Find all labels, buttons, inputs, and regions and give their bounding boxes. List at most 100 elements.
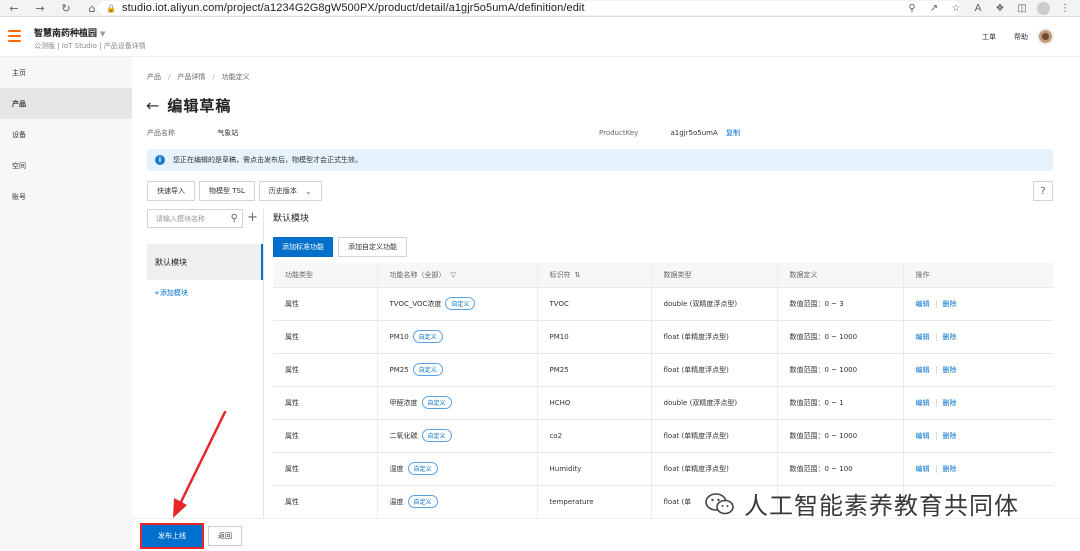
sidebar-item-products[interactable]: 产品 (0, 88, 132, 119)
sidebar-item-devices[interactable]: 设备 (0, 119, 132, 150)
reload-icon[interactable]: ↻ (58, 0, 74, 16)
address-bar[interactable]: 🔒 studio.iot.aliyun.com/project/a1234G2G… (98, 1, 960, 15)
edit-link[interactable]: 编辑 (916, 300, 930, 308)
edit-link[interactable]: 编辑 (916, 432, 930, 440)
cell-actions: 编辑 删除 (903, 320, 1053, 354)
cell-actions: 编辑 删除 (903, 419, 1053, 453)
sidebar-item-account[interactable]: 账号 (0, 181, 132, 212)
return-button[interactable]: 返回 (208, 526, 242, 546)
cell-name: 二氧化碳 自定义 (377, 419, 538, 453)
product-name-label: 产品名称 (147, 129, 175, 137)
table-row: 属性 PM10 自定义 PM10 float (单精度浮点型) 数值范围：0 ~ … (273, 320, 1053, 354)
delete-link[interactable]: 删除 (943, 465, 957, 473)
custom-tag: 自定义 (412, 330, 443, 343)
cell-identifier: PM10 (537, 320, 652, 354)
cell-name: 湿度 自定义 (377, 452, 538, 486)
help-link[interactable]: 帮助 (1014, 32, 1028, 42)
toolbar: 快速导入 物模型 TSL 历史版本 ⌄ (147, 181, 322, 201)
cell-actions: 编辑 删除 (903, 452, 1053, 486)
history-version-button[interactable]: 历史版本 ⌄ (258, 181, 322, 201)
add-custom-function-button[interactable]: 添加自定义功能 (338, 237, 407, 257)
edit-link[interactable]: 编辑 (916, 399, 930, 407)
star-icon[interactable]: ☆ (949, 2, 963, 16)
share-icon[interactable]: ↗ (927, 2, 941, 16)
sidebar-item-home[interactable]: 主页 (0, 57, 132, 88)
delete-link[interactable]: 删除 (943, 366, 957, 374)
cell-data-def: 数值范围：0 ~ 1000 (777, 353, 904, 387)
breadcrumb-item[interactable]: 产品详情 (177, 73, 205, 81)
puzzle-icon[interactable]: ❖ (993, 2, 1007, 16)
delete-link[interactable]: 删除 (943, 399, 957, 407)
back-icon[interactable]: ← (6, 0, 22, 16)
sidebar-item-space[interactable]: 空间 (0, 150, 132, 181)
custom-tag: 自定义 (407, 462, 438, 475)
avatar[interactable] (1037, 28, 1054, 45)
zoom-icon[interactable]: ⚲ (905, 2, 919, 16)
delete-link[interactable]: 删除 (943, 300, 957, 308)
cell-identifier: TVOC (537, 287, 652, 321)
copy-link[interactable]: 复制 (726, 129, 740, 137)
add-module-plus-icon[interactable]: + (247, 211, 258, 224)
page-title: 编辑草稿 (167, 97, 232, 115)
ticket-link[interactable]: 工单 (982, 32, 996, 42)
tsl-button[interactable]: 物模型 TSL (199, 181, 255, 201)
menu-dots-icon[interactable]: ⋮ (1058, 2, 1072, 16)
cell-actions: 编辑 删除 (903, 353, 1053, 387)
cell-type: 属性 (273, 419, 378, 453)
product-key-value: a1gjr5o5umA (670, 129, 718, 137)
column-header[interactable]: 功能名称（全部） ▽ (377, 263, 538, 288)
edit-link[interactable]: 编辑 (916, 366, 930, 374)
delete-link[interactable]: 删除 (943, 432, 957, 440)
column-header: 数据类型 (651, 263, 778, 288)
extension-a-icon[interactable]: A (971, 2, 985, 16)
custom-tag: 自定义 (412, 363, 443, 376)
function-table: 功能类型 功能名称（全部） ▽ 标识符 ⇅ 数据类型 数据定义 操作 属性 TVOC… (273, 263, 1053, 519)
table-row: 属性 二氧化碳 自定义 co2 float (单精度浮点型) 数值范围：0 ~ 1… (273, 419, 1053, 453)
product-name-meta: 产品名称 气象站 (147, 128, 238, 138)
custom-tag: 自定义 (407, 495, 438, 508)
notice-text: 您正在编辑的是草稿，需点击发布后，物模型才会正式生效。 (173, 156, 362, 164)
cell-type: 属性 (273, 287, 378, 321)
app-name[interactable]: 智慧南药种植园 ▼ (34, 26, 105, 39)
module-item-default[interactable]: 默认模块 (147, 244, 263, 280)
breadcrumb: 产品 / 产品详情 / 功能定义 (147, 73, 250, 81)
module-search-input[interactable]: 请输入模块名称 ⚲ (147, 209, 243, 228)
sidepanel-icon[interactable]: ◫ (1015, 2, 1029, 16)
filter-icon[interactable]: ▽ (451, 271, 456, 279)
column-header[interactable]: 标识符 ⇅ (537, 263, 652, 288)
add-standard-function-button[interactable]: 添加标准功能 (273, 237, 333, 257)
edit-link[interactable]: 编辑 (916, 465, 930, 473)
cell-data-type: float (单精度浮点型) (651, 353, 778, 387)
chevron-down-icon: ▼ (100, 30, 106, 38)
cell-data-def: 数值范围：0 ~ 1000 (777, 320, 904, 354)
custom-tag: 自定义 (445, 297, 476, 310)
quick-import-button[interactable]: 快速导入 (147, 181, 195, 201)
cell-data-def: 数值范围：0 ~ 1000 (777, 419, 904, 453)
sort-icon[interactable]: ⇅ (575, 271, 581, 279)
cell-data-type: double (双精度浮点型) (651, 287, 778, 321)
cell-identifier: HCHO (537, 386, 652, 420)
hamburger-menu-icon[interactable] (8, 30, 21, 42)
edit-link[interactable]: 编辑 (916, 333, 930, 341)
add-module-link[interactable]: +添加模块 (154, 288, 188, 298)
cell-type: 属性 (273, 320, 378, 354)
function-content: 默认模块 添加标准功能 添加自定义功能 功能类型 功能名称（全部） ▽ 标识符 ⇅ … (273, 211, 1053, 519)
product-key-meta: ProductKey a1gjr5o5umA 复制 (599, 128, 740, 138)
cell-data-type: double (双精度浮点型) (651, 386, 778, 420)
sidebar: 主页 产品 设备 空间 账号 (0, 57, 132, 551)
table-header-row: 功能类型 功能名称（全部） ▽ 标识符 ⇅ 数据类型 数据定义 操作 (273, 263, 1053, 288)
profile-icon[interactable] (1037, 2, 1050, 15)
cell-data-type: float (单精度浮点型) (651, 452, 778, 486)
product-key-label: ProductKey (599, 129, 639, 137)
column-header: 数据定义 (777, 263, 904, 288)
bottom-action-bar: 发布上线 返回 (132, 518, 1080, 551)
product-name-value: 气象站 (217, 129, 239, 137)
help-button[interactable]: ? (1033, 181, 1053, 201)
delete-link[interactable]: 删除 (943, 333, 957, 341)
breadcrumb-item[interactable]: 产品 (147, 73, 161, 81)
custom-tag: 自定义 (421, 429, 452, 442)
forward-icon[interactable]: → (32, 0, 48, 16)
url-text: studio.iot.aliyun.com/project/a1234G2G8g… (122, 2, 585, 14)
back-arrow-icon[interactable]: ← (146, 97, 159, 114)
section-title: 默认模块 (273, 214, 310, 224)
